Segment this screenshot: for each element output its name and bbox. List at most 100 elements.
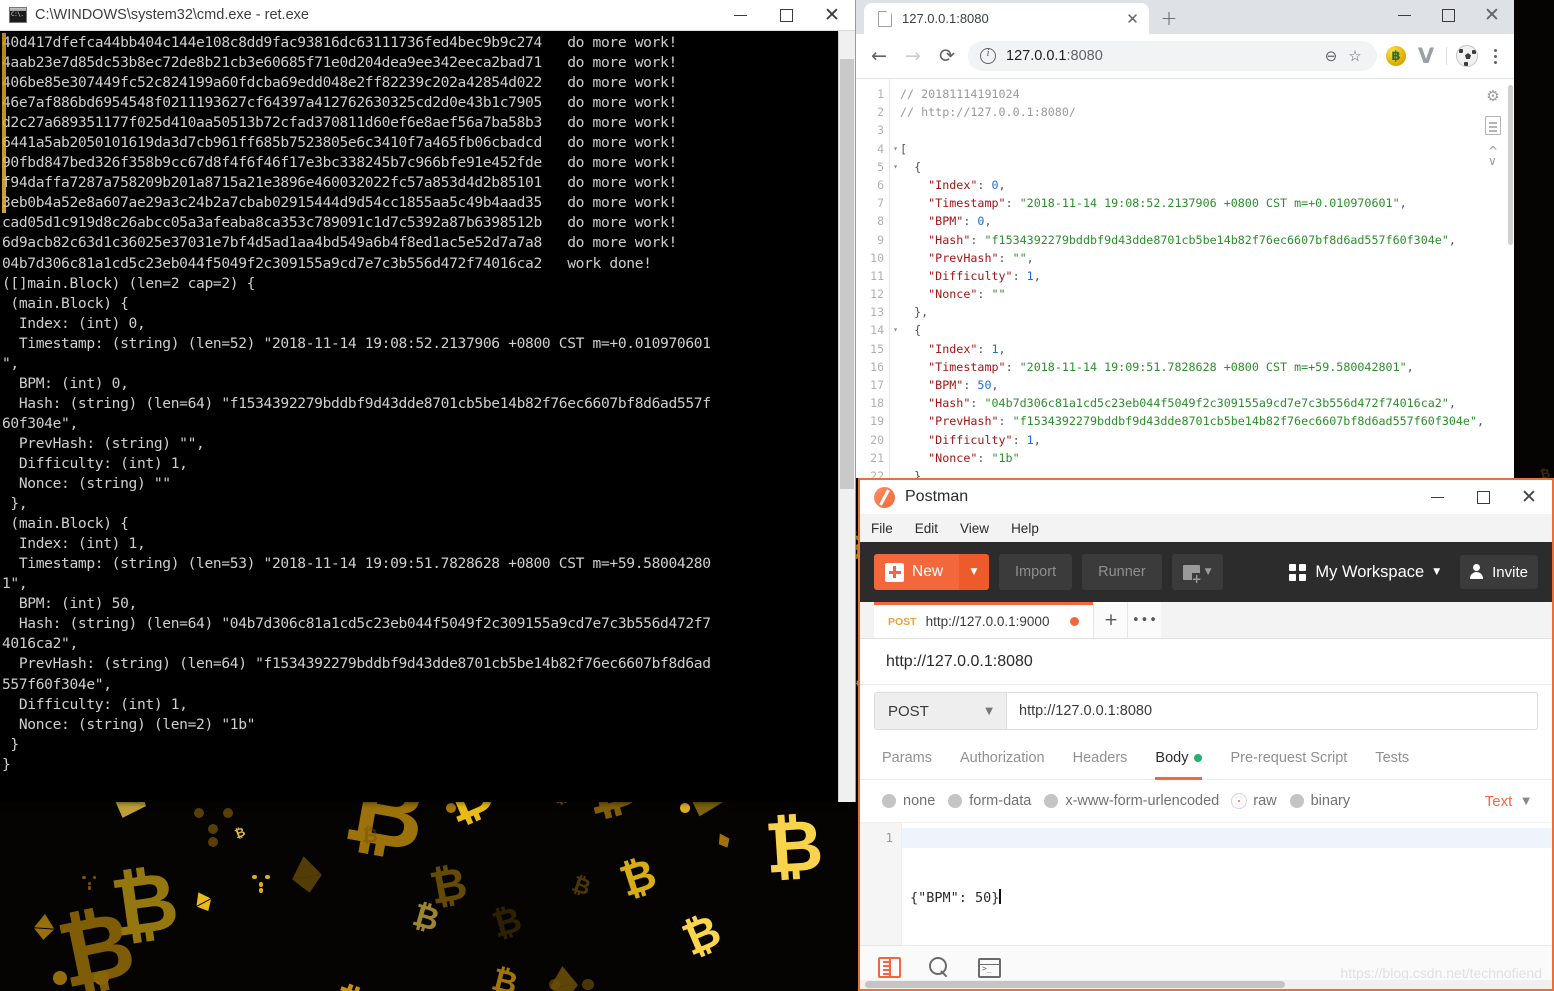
request-url-input[interactable]: http://127.0.0.1:8080 (1006, 692, 1538, 730)
new-collection-button[interactable]: ▼ (1171, 554, 1223, 590)
postman-url-bar[interactable]: POST ▼ http://127.0.0.1:8080 (860, 685, 1552, 737)
bookmark-star-icon[interactable]: ☆ (1343, 44, 1367, 68)
body-type-radio-raw[interactable]: raw (1232, 793, 1277, 809)
json-value: 0 (991, 177, 999, 192)
workspace-selector[interactable]: My Workspace ▼ (1289, 563, 1440, 582)
chrome-minimize-button[interactable] (1382, 0, 1426, 30)
address-bar[interactable]: 127.0.0.1:8080 ⊖ ☆ (968, 41, 1377, 71)
new-tab-button[interactable]: + (1155, 4, 1183, 32)
cmd-title-bar[interactable]: C:\WINDOWS\system32\cmd.exe - ret.exe ✕ (0, 0, 855, 31)
profile-avatar-icon[interactable] (1454, 43, 1480, 69)
json-comma: , (998, 177, 1006, 192)
postman-toolbar[interactable]: New ▼ Import Runner ▼ My Workspace ▼ Inv… (860, 542, 1552, 602)
postman-request-sections[interactable]: Params Authorization Headers Body Pre-reques… (860, 737, 1552, 780)
body-format-select[interactable]: Text ▼ (1485, 793, 1530, 810)
cmd-console-area[interactable]: 40d417dfefca44bb404c144e108c8dd9fac93816… (0, 31, 855, 802)
body-editor-content[interactable]: {"BPM": 50} (902, 823, 1552, 945)
json-comma: , (998, 341, 1006, 356)
body-type-radio-none[interactable]: none (882, 793, 935, 809)
extension-gold-coin-icon[interactable]: ฿ (1383, 43, 1409, 69)
json-viewer-page[interactable]: 1 2 3 4 ▾ 5 ▾ 6 7 8 9 10 11 12 13 14 ▾ 15 16 17 18 19 20 21 22 /… (856, 79, 1514, 478)
postman-maximize-button[interactable] (1460, 481, 1506, 513)
browser-scrollbar[interactable] (1508, 79, 1514, 478)
menu-view[interactable]: View (960, 521, 989, 536)
raw-doc-icon[interactable] (1485, 116, 1501, 135)
cmd-minimize-button[interactable] (717, 0, 763, 30)
plus-icon (885, 562, 904, 582)
postman-minimize-button[interactable] (1414, 481, 1460, 513)
close-icon[interactable]: ✕ (1124, 10, 1141, 28)
gear-icon[interactable]: ⚙ (1486, 87, 1499, 105)
chrome-tab-strip[interactable]: 127.0.0.1:8080 ✕ + ✕ (856, 0, 1514, 34)
request-tabs-more-button[interactable]: ••• (1127, 602, 1162, 638)
runner-button[interactable]: Runner (1082, 554, 1162, 590)
browser-scrollbar-thumb[interactable] (1508, 85, 1513, 245)
sidebar-toggle-icon[interactable] (878, 957, 901, 978)
find-icon[interactable] (929, 957, 950, 978)
postman-menu-bar[interactable]: File Edit View Help (860, 514, 1552, 542)
postman-scrollbar-thumb[interactable] (865, 981, 1285, 988)
request-section-tab-headers[interactable]: Headers (1073, 737, 1128, 780)
cmd-scrollbar[interactable] (838, 31, 855, 802)
cmd-close-button[interactable]: ✕ (809, 0, 855, 30)
http-method-select[interactable]: POST ▼ (874, 692, 1006, 730)
chrome-maximize-button[interactable] (1426, 0, 1470, 30)
cmd-scrollbar-thumb[interactable] (840, 59, 854, 489)
body-type-radio-form-data[interactable]: form-data (948, 793, 1031, 809)
postman-window[interactable]: Postman ✕ File Edit View Help New ▼ Impo… (858, 478, 1554, 991)
postman-horizontal-scrollbar[interactable] (860, 980, 1552, 989)
chrome-window-controls[interactable]: ✕ (1382, 0, 1514, 30)
json-line: "PrevHash": "", (900, 249, 1514, 267)
menu-file[interactable]: File (871, 521, 893, 536)
postman-close-button[interactable]: ✕ (1506, 481, 1552, 513)
postman-body-editor[interactable]: 1 {"BPM": 50} (860, 822, 1552, 945)
request-tab[interactable]: POST http://127.0.0.1:9000 (874, 602, 1094, 638)
request-section-tab-pre-request-script[interactable]: Pre-request Script (1230, 737, 1347, 780)
json-comma: , (1477, 414, 1485, 429)
fold-toggle-icon[interactable]: ▾ (893, 158, 898, 176)
add-request-tab-button[interactable]: + (1093, 602, 1128, 638)
postman-footer[interactable]: https://blog.csdn.net/technofiend (860, 945, 1552, 989)
request-section-tab-tests[interactable]: Tests (1375, 737, 1409, 780)
chevron-down-icon[interactable]: ▼ (1433, 567, 1440, 577)
chrome-browser-window[interactable]: 127.0.0.1:8080 ✕ + ✕ ← → ⟳ 127.0.0.1:808… (856, 0, 1514, 478)
menu-help[interactable]: Help (1011, 521, 1039, 536)
body-type-radio-binary[interactable]: binary (1289, 793, 1350, 809)
fold-toggle-icon[interactable]: ▾ (893, 140, 898, 158)
chevron-down-icon[interactable]: ▼ (959, 554, 990, 590)
console-icon[interactable] (978, 957, 1001, 978)
cmd-maximize-button[interactable] (763, 0, 809, 30)
info-icon[interactable] (980, 47, 996, 64)
bitcoin-symbol: ₿ (425, 856, 472, 916)
menu-edit[interactable]: Edit (915, 521, 938, 536)
browser-tab[interactable]: 127.0.0.1:8080 ✕ (864, 3, 1149, 34)
kebab-menu-icon[interactable] (1482, 43, 1508, 69)
new-button-main[interactable]: New (874, 554, 960, 590)
fold-toggle-icon[interactable]: ▾ (893, 321, 898, 339)
new-button[interactable]: New ▼ (874, 554, 990, 590)
json-key: "PrevHash" (900, 250, 999, 265)
json-comma: , (1026, 250, 1034, 265)
body-type-radio-x-www-form-urlencoded[interactable]: x-www-form-urlencoded (1044, 793, 1219, 809)
request-section-tab-body[interactable]: Body (1155, 737, 1203, 780)
back-arrow-icon[interactable]: ← (862, 39, 896, 73)
body-type-radio-group[interactable]: none form-data x-www-form-urlencoded raw bin… (882, 793, 1363, 809)
expand-collapse-icon[interactable]: ^ ∨ (1488, 145, 1498, 167)
chevron-down-icon[interactable]: ▼ (1205, 567, 1212, 577)
request-tab-url: http://127.0.0.1:9000 (925, 614, 1050, 629)
json-viewer-tools[interactable]: ⚙ ^ ∨ (1478, 87, 1508, 167)
reload-icon[interactable]: ⟳ (930, 39, 964, 73)
postman-request-tabs[interactable]: POST http://127.0.0.1:9000 + ••• (860, 602, 1552, 639)
extension-v-icon[interactable]: V (1413, 43, 1439, 69)
request-section-tab-params[interactable]: Params (882, 737, 932, 780)
postman-title-bar[interactable]: Postman ✕ (860, 480, 1552, 514)
cmd-window[interactable]: C:\WINDOWS\system32\cmd.exe - ret.exe ✕ … (0, 0, 856, 802)
invite-button[interactable]: Invite (1460, 555, 1538, 589)
forward-arrow-icon[interactable]: → (896, 39, 930, 73)
chrome-close-button[interactable]: ✕ (1470, 0, 1514, 30)
chrome-toolbar[interactable]: ← → ⟳ 127.0.0.1:8080 ⊖ ☆ ฿ V (856, 34, 1514, 79)
request-section-tab-authorization[interactable]: Authorization (960, 737, 1045, 780)
zoom-out-icon[interactable]: ⊖ (1319, 44, 1343, 68)
postman-body-type-row[interactable]: none form-data x-www-form-urlencoded raw bin… (860, 780, 1552, 822)
import-button[interactable]: Import (999, 554, 1073, 590)
